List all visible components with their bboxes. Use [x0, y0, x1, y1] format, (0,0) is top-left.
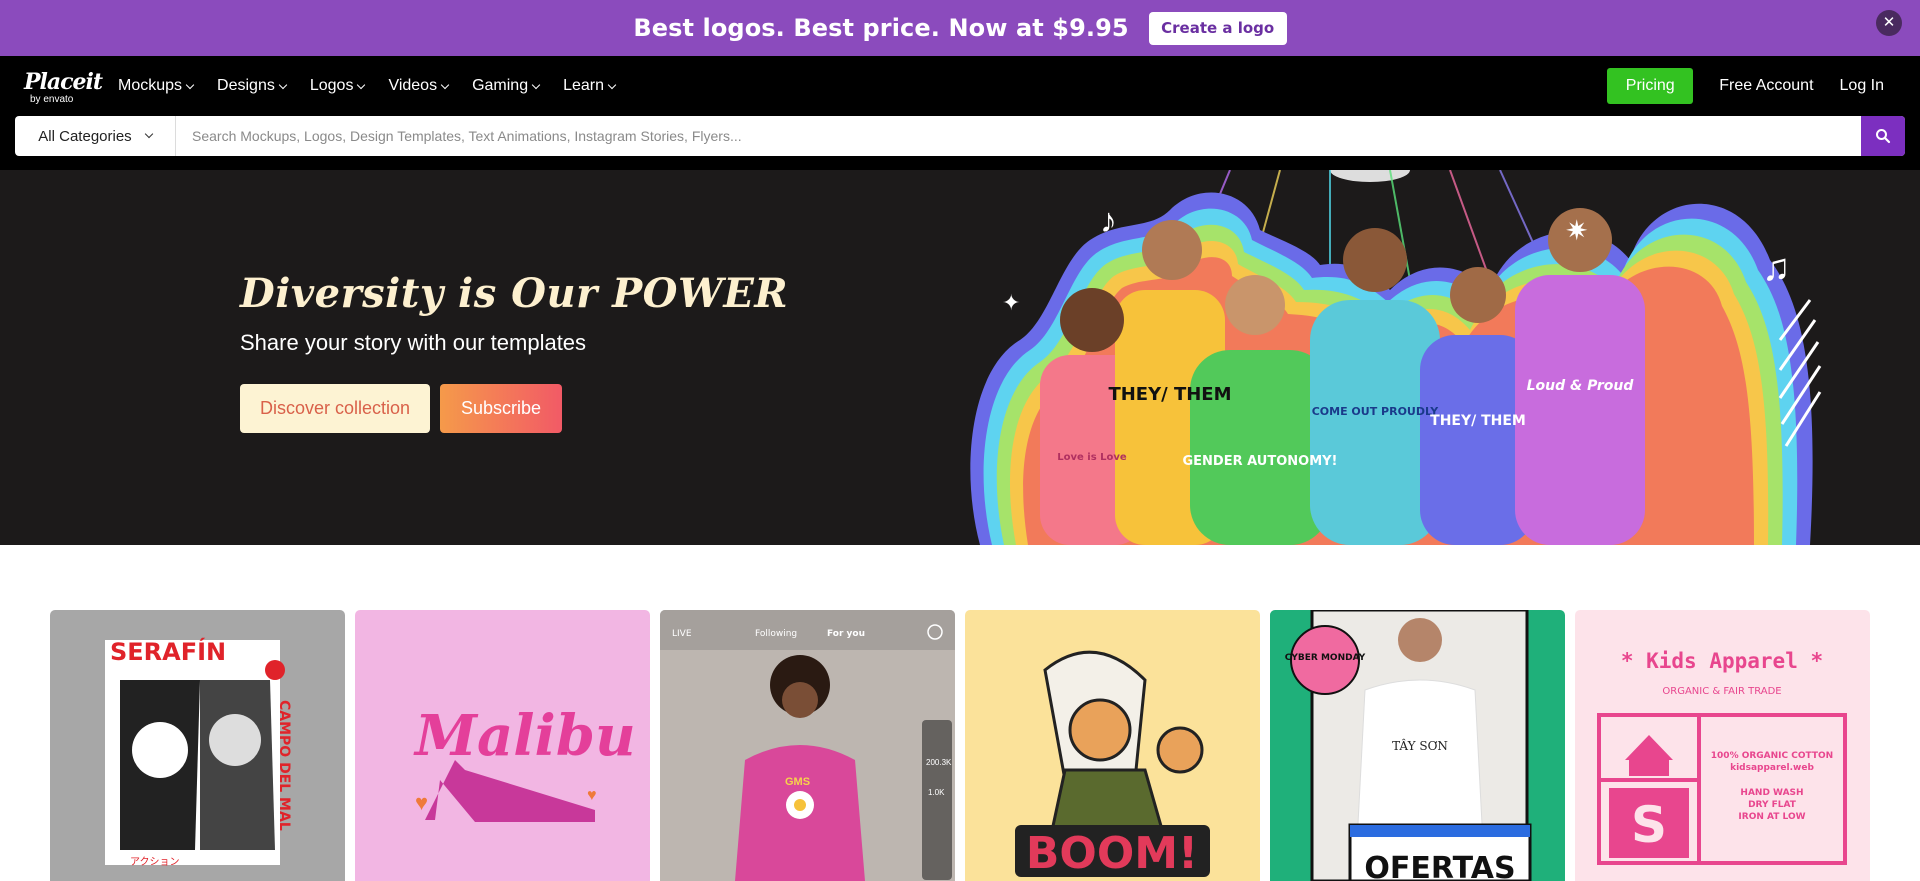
logo-wordmark: Placeit	[24, 69, 103, 95]
svg-text:♥: ♥	[587, 787, 597, 804]
free-account-link[interactable]: Free Account	[1719, 77, 1813, 95]
menu-item-designs[interactable]: Designs	[217, 77, 288, 95]
disco-ball	[1330, 170, 1410, 182]
card-title: * Kids Apparel *	[1621, 649, 1823, 673]
shirt-text: Love is Love	[1057, 452, 1127, 463]
card-title: SERAFÍN	[110, 637, 226, 666]
main-menu: Mockups Designs Logos Videos Gaming Lear…	[118, 77, 617, 95]
svg-text:♥: ♥	[415, 790, 428, 815]
account-links: Pricing Free Account Log In	[1607, 68, 1884, 104]
music-note-icon: ♫	[1762, 247, 1791, 289]
discover-collection-button[interactable]: Discover collection	[240, 384, 430, 433]
chevron-down-icon	[144, 129, 153, 139]
template-card-malibu[interactable]: Malibu ♥ ♥	[355, 610, 650, 881]
top-navigation: Placeit by envato Mockups Designs Logos …	[0, 56, 1920, 116]
search-icon	[1876, 129, 1891, 144]
boom-artwork: BOOM!	[1015, 650, 1210, 879]
hero-group-photo: THEY/ THEM GENDER AUTONOMY! COME OUT PRO…	[970, 170, 1822, 545]
label-line: kidsapparel.web	[1730, 763, 1814, 773]
hero-actions: Discover collection Subscribe	[240, 384, 562, 433]
menu-item-logos[interactable]: Logos	[309, 77, 366, 95]
category-select[interactable]: All Categories	[15, 116, 176, 156]
search-input[interactable]	[176, 116, 1861, 156]
live-badge: LIVE	[672, 629, 692, 639]
category-label: All Categories	[38, 127, 132, 145]
chevron-down-icon	[440, 80, 450, 89]
shirt-text: GENDER AUTONOMY!	[1183, 454, 1338, 469]
malibu-artwork: Malibu ♥ ♥	[413, 703, 636, 822]
template-cards: SERAFÍN CAMPO DEL MAL アクション Malibu ♥ ♥ L…	[50, 610, 1870, 881]
template-card-cyber-monday[interactable]: CYBER MONDAY TÂY SƠN OFERTAS	[1270, 610, 1565, 881]
menu-label: Logos	[309, 77, 354, 94]
person-purple-shirt	[1515, 275, 1645, 545]
logo-byline: by envato	[30, 94, 74, 105]
search-box: All Categories	[15, 116, 1905, 156]
subscribe-button[interactable]: Subscribe	[440, 384, 562, 433]
create-logo-button[interactable]: Create a logo	[1148, 11, 1287, 45]
menu-label: Designs	[217, 77, 275, 94]
search-bar: All Categories	[0, 116, 1920, 170]
hero-subtitle: Share your story with our templates	[240, 330, 587, 355]
card-title: OFERTAS	[1364, 851, 1515, 881]
template-card-kids-apparel[interactable]: * Kids Apparel * ORGANIC & FAIR TRADE S …	[1575, 610, 1870, 881]
shirt-text: Loud & Proud	[1527, 378, 1635, 394]
tab-for-you: For you	[827, 629, 865, 639]
card-vertical-text: CAMPO DEL MAL	[276, 700, 292, 831]
menu-label: Learn	[563, 77, 605, 94]
chevron-down-icon	[357, 80, 366, 89]
menu-label: Mockups	[118, 77, 183, 94]
search-button[interactable]	[1861, 116, 1905, 156]
template-card-boom[interactable]: BOOM!	[965, 610, 1260, 881]
label-line: HAND WASH	[1740, 788, 1803, 798]
shirt-text: THEY/ THEM	[1108, 384, 1231, 405]
shirt-text: GMS	[785, 776, 810, 788]
kids-apparel-artwork: * Kids Apparel * ORGANIC & FAIR TRADE S …	[1597, 649, 1847, 865]
hero-banner: Diversity is Our POWER Share your story …	[0, 170, 1920, 545]
cyber-monday-badge: CYBER MONDAY	[1285, 653, 1366, 663]
serafin-artwork: SERAFÍN CAMPO DEL MAL アクション	[105, 637, 292, 868]
card-subtitle: ORGANIC & FAIR TRADE	[1662, 686, 1781, 697]
template-card-social-video[interactable]: LIVE Following For you GMS 200.3K 1.0K	[660, 610, 955, 881]
placeit-logo[interactable]: Placeit by envato	[24, 67, 103, 105]
comments-count: 1.0K	[928, 788, 945, 797]
person-green-shirt	[1190, 350, 1330, 545]
card-title: BOOM!	[1026, 828, 1198, 879]
sparkle-icon: ✦	[1002, 290, 1020, 315]
tab-following: Following	[755, 629, 797, 639]
menu-label: Videos	[388, 77, 438, 94]
promo-text: Best logos. Best price. Now at $9.95	[633, 14, 1129, 42]
menu-item-videos[interactable]: Videos	[388, 77, 450, 95]
shirt-text: TÂY SƠN	[1392, 738, 1448, 753]
close-icon[interactable]: ✕	[1876, 10, 1902, 36]
menu-item-mockups[interactable]: Mockups	[118, 77, 195, 95]
shirt-text: COME OUT PROUDLY	[1312, 405, 1440, 418]
login-link[interactable]: Log In	[1840, 77, 1884, 95]
menu-item-learn[interactable]: Learn	[563, 77, 617, 95]
label-line: DRY FLAT	[1748, 800, 1797, 810]
menu-label: Gaming	[472, 77, 529, 94]
likes-count: 200.3K	[926, 758, 952, 767]
label-line: 100% ORGANIC COTTON	[1711, 751, 1833, 761]
music-note-icon: ♪	[1100, 202, 1117, 240]
cyber-monday-artwork: CYBER MONDAY TÂY SƠN OFERTAS	[1285, 610, 1532, 881]
chevron-down-icon	[185, 80, 195, 89]
sparkle-icon: ✷	[1565, 215, 1588, 246]
menu-item-gaming[interactable]: Gaming	[472, 77, 541, 95]
pricing-button[interactable]: Pricing	[1607, 68, 1694, 104]
label-line: IRON AT LOW	[1738, 812, 1805, 822]
card-caption: アクション	[130, 856, 180, 868]
card-title: Malibu	[413, 703, 636, 769]
social-video-artwork: LIVE Following For you GMS 200.3K 1.0K	[660, 610, 955, 881]
template-card-serafin[interactable]: SERAFÍN CAMPO DEL MAL アクション	[50, 610, 345, 881]
chevron-down-icon	[607, 80, 617, 89]
chevron-down-icon	[531, 80, 541, 89]
shirt-text: THEY/ THEM	[1430, 413, 1526, 429]
size-label: S	[1631, 796, 1667, 854]
promo-banner: Best logos. Best price. Now at $9.95 Cre…	[0, 0, 1920, 56]
chevron-down-icon	[278, 80, 288, 89]
hero-title: Diversity is Our POWER	[240, 270, 789, 317]
